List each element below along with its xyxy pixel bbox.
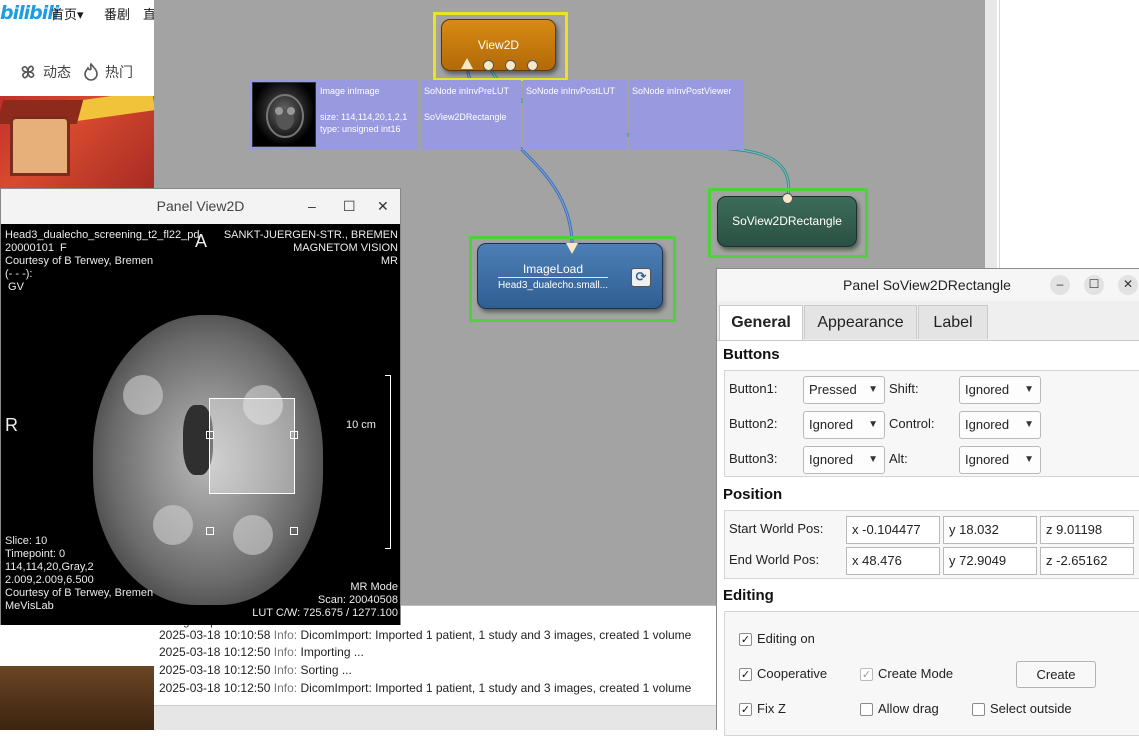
allow-drag-label: Allow drag xyxy=(878,701,939,716)
window-title: Panel View2D xyxy=(156,198,245,214)
end-z-field[interactable]: z -2.65162 xyxy=(1040,547,1134,575)
chevron-down-icon: ▼ xyxy=(1024,454,1034,465)
panel-rectangle-window[interactable]: Panel SoView2DRectangle – ☐ ✕ General Ap… xyxy=(716,268,1139,736)
section-buttons: Buttons xyxy=(723,346,780,363)
chevron-down-icon: ▼ xyxy=(868,419,878,430)
scale-bar xyxy=(385,375,391,549)
close-icon[interactable]: ✕ xyxy=(1118,275,1138,295)
maximize-icon[interactable]: ☐ xyxy=(1084,275,1104,295)
section-position: Position xyxy=(723,486,783,503)
start-y-field[interactable]: y 18.032 xyxy=(943,516,1037,544)
roi-handle-tr[interactable] xyxy=(290,431,298,439)
roi-handle-br[interactable] xyxy=(290,527,298,535)
fix-z-label: Fix Z xyxy=(757,701,786,716)
select-outside-label: Select outside xyxy=(990,701,1072,716)
create-mode-checkbox[interactable]: ✓ xyxy=(860,668,873,681)
chevron-down-icon: ▼ xyxy=(868,454,878,465)
create-button[interactable]: Create xyxy=(1016,661,1096,688)
select-outside-checkbox[interactable] xyxy=(972,703,985,716)
minimize-icon[interactable]: – xyxy=(308,189,316,223)
button3-select[interactable]: Ignored ▼ xyxy=(803,446,885,474)
port-info-image-text: Image inImage size: 114,114,20,1,2,1 typ… xyxy=(320,86,408,134)
alt-label: Alt: xyxy=(889,451,908,466)
start-z-field[interactable]: z 9.01198 xyxy=(1040,516,1134,544)
log-line: 2025-03-18 10:10:58 Info: DicomImport: I… xyxy=(159,628,692,642)
shift-label: Shift: xyxy=(889,381,919,396)
button1-select[interactable]: Pressed ▼ xyxy=(803,376,885,404)
panel-rectangle-titlebar[interactable]: Panel SoView2DRectangle – ☐ ✕ xyxy=(717,269,1139,301)
cooperative-label: Cooperative xyxy=(757,666,828,681)
chevron-down-icon: ▼ xyxy=(1024,384,1034,395)
minimize-icon[interactable]: – xyxy=(1050,275,1070,295)
input-port-postviewer[interactable] xyxy=(527,60,538,71)
roi-handle-bl[interactable] xyxy=(206,527,214,535)
view2d-module[interactable]: View2D xyxy=(441,19,556,71)
reload-icon[interactable]: ⟳ xyxy=(631,268,651,287)
rectangle-module-label: SoView2DRectangle xyxy=(732,214,842,228)
editing-on-checkbox[interactable]: ✓ xyxy=(739,633,752,646)
chevron-down-icon: ▼ xyxy=(1024,419,1034,430)
button1-label: Button1: xyxy=(729,381,778,396)
port-info-postviewer: SoNode inInvPostViewer xyxy=(629,80,744,150)
panel-view2d-titlebar[interactable]: Panel View2D – ☐ ✕ xyxy=(1,189,400,224)
port-info-prelut: SoNode inInvPreLUT SoView2DRectangle xyxy=(421,80,521,150)
overlay-bottom-left: Slice: 10 Timepoint: 0 114,114,20,Gray,2… xyxy=(5,535,154,612)
input-port-prelut[interactable] xyxy=(483,60,494,71)
imageload-output-port[interactable] xyxy=(566,243,578,254)
control-select[interactable]: Ignored ▼ xyxy=(959,411,1041,439)
log-line: 2025-03-18 10:12:50 Info: Sorting ... xyxy=(159,663,352,677)
tab-appearance[interactable]: Appearance xyxy=(804,305,917,339)
log-line: 2025-03-18 10:12:50 Info: Importing ... xyxy=(159,645,364,659)
debug-scrollbar[interactable] xyxy=(154,705,716,730)
tab-label[interactable]: Label xyxy=(918,305,988,339)
image-thumbnail xyxy=(252,82,316,147)
fix-z-checkbox[interactable]: ✓ xyxy=(739,703,752,716)
imageload-filename: Head3_dualecho.small... xyxy=(497,280,609,291)
orientation-anterior: A xyxy=(195,231,208,251)
rectangle-output-port[interactable] xyxy=(782,193,793,204)
button3-label: Button3: xyxy=(729,451,778,466)
image-viewer[interactable]: Head3_dualecho_screening_t2_fl22_pd 2000… xyxy=(1,225,400,625)
overlay-bottom-right: MR Mode Scan: 20040508 LUT C/W: 725.675 … xyxy=(252,581,398,619)
close-icon[interactable]: ✕ xyxy=(377,189,389,223)
rectangle-roi[interactable] xyxy=(209,398,295,494)
shift-select[interactable]: Ignored ▼ xyxy=(959,376,1041,404)
control-label: Control: xyxy=(889,416,935,431)
end-world-pos-label: End World Pos: xyxy=(729,552,820,567)
scale-label: 10 cm xyxy=(346,419,376,431)
overlay-top-right: SANKT-JUERGEN-STR., BREMEN MAGNETOM VISI… xyxy=(223,229,398,267)
start-x-field[interactable]: x -0.104477 xyxy=(846,516,940,544)
input-port-postlut[interactable] xyxy=(505,60,516,71)
end-y-field[interactable]: y 72.9049 xyxy=(943,547,1037,575)
start-world-pos-label: Start World Pos: xyxy=(729,521,824,536)
view2d-label: View2D xyxy=(477,38,520,52)
editing-on-label: Editing on xyxy=(757,631,815,646)
allow-drag-checkbox[interactable] xyxy=(860,703,873,716)
button2-select[interactable]: Ignored ▼ xyxy=(803,411,885,439)
section-editing: Editing xyxy=(723,587,774,604)
tab-general[interactable]: General xyxy=(719,305,803,340)
input-port-image[interactable] xyxy=(461,58,473,69)
chevron-down-icon: ▼ xyxy=(868,384,878,395)
port-info-postlut: SoNode inInvPostLUT xyxy=(523,80,627,150)
maximize-icon[interactable]: ☐ xyxy=(343,189,356,223)
panel-view2d-window[interactable]: Panel View2D – ☐ ✕ Head3_dualecho_screen… xyxy=(0,188,401,625)
alt-select[interactable]: Ignored ▼ xyxy=(959,446,1041,474)
cooperative-checkbox[interactable]: ✓ xyxy=(739,668,752,681)
orientation-right: R xyxy=(5,415,18,435)
create-mode-label: Create Mode xyxy=(878,666,954,681)
overlay-top-left: Head3_dualecho_screening_t2_fl22_pd 2000… xyxy=(5,229,200,293)
general-tab-pane: Buttons Button1: Pressed ▼ Shift: Ignored… xyxy=(717,340,1139,736)
roi-handle-tl[interactable] xyxy=(206,431,214,439)
imageload-title: ImageLoad xyxy=(522,262,584,276)
end-x-field[interactable]: x 48.476 xyxy=(846,547,940,575)
window-title: Panel SoView2DRectangle xyxy=(843,277,1011,293)
log-line: 2025-03-18 10:12:50 Info: DicomImport: I… xyxy=(159,681,692,695)
button2-label: Button2: xyxy=(729,416,778,431)
